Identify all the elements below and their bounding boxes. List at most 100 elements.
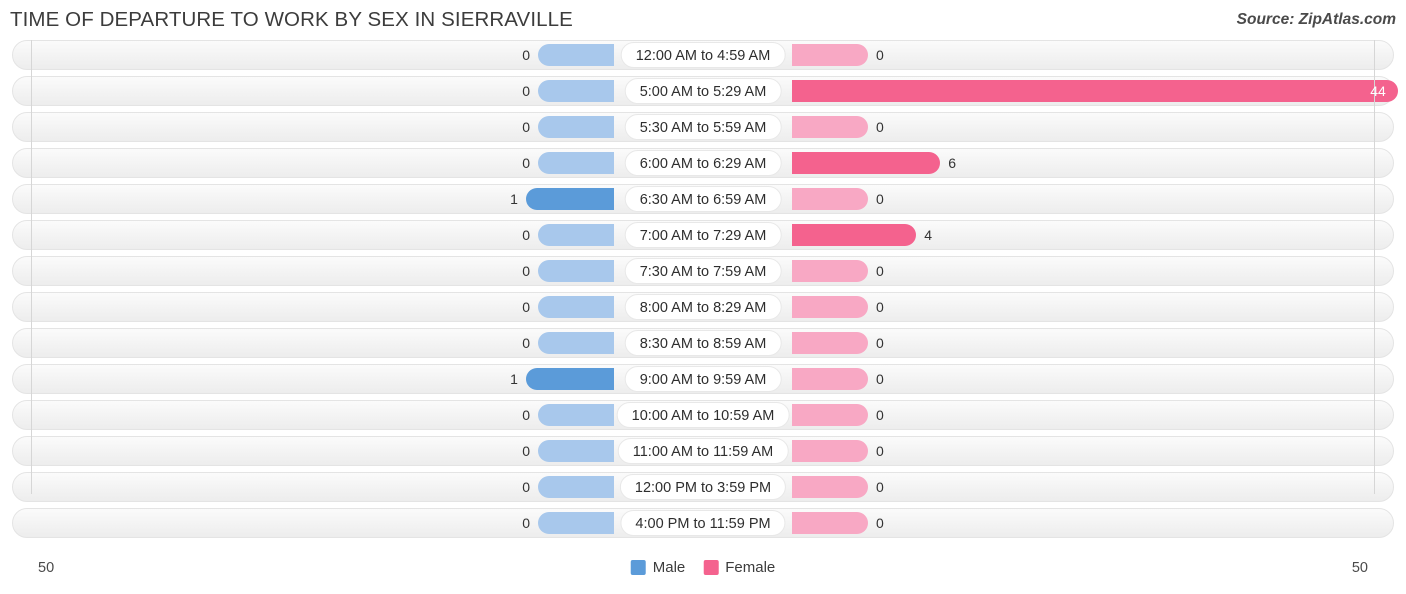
category-label: 12:00 PM to 3:59 PM	[619, 474, 787, 500]
chart-row: 6:30 AM to 6:59 AM 1 0	[0, 184, 1406, 214]
bar-female[interactable]	[792, 224, 917, 246]
chart-row: 12:00 AM to 4:59 AM 0 0	[0, 40, 1406, 70]
bar-male[interactable]	[538, 440, 614, 462]
value-label-female: 0	[876, 299, 884, 315]
chart-row: 12:00 PM to 3:59 PM 0 0	[0, 472, 1406, 502]
category-label: 5:30 AM to 5:59 AM	[624, 114, 782, 140]
value-label-female: 0	[876, 191, 884, 207]
category-label: 8:00 AM to 8:29 AM	[624, 294, 782, 320]
value-label-female: 44	[1370, 83, 1386, 99]
value-label-male: 0	[522, 515, 530, 531]
bar-male[interactable]	[538, 404, 614, 426]
axis-line-right	[1374, 40, 1375, 494]
category-label: 4:00 PM to 11:59 PM	[620, 510, 786, 536]
bar-female[interactable]	[792, 404, 868, 426]
bar-male[interactable]	[538, 80, 614, 102]
value-label-male: 0	[522, 155, 530, 171]
value-label-female: 6	[948, 155, 957, 171]
bar-female[interactable]	[792, 296, 868, 318]
value-label-male: 0	[522, 335, 530, 351]
value-label-female: 0	[876, 371, 884, 387]
legend-label-female: Female	[725, 559, 776, 576]
source-attribution: Source: ZipAtlas.com	[1236, 11, 1396, 28]
axis-line-left	[31, 40, 32, 494]
category-label: 12:00 AM to 4:59 AM	[620, 42, 786, 68]
bar-female[interactable]	[792, 260, 868, 282]
category-label: 7:30 AM to 7:59 AM	[624, 258, 782, 284]
value-label-female: 0	[876, 335, 884, 351]
value-label-female: 0	[876, 479, 884, 495]
bar-female[interactable]	[792, 512, 868, 534]
page-title: TIME OF DEPARTURE TO WORK BY SEX IN SIER…	[10, 8, 573, 31]
value-label-male: 0	[522, 83, 530, 99]
chart-row: 7:00 AM to 7:29 AM 0 4	[0, 220, 1406, 250]
value-label-male: 0	[522, 299, 530, 315]
chart-row: 8:00 AM to 8:29 AM 0 0	[0, 292, 1406, 322]
bar-female[interactable]	[792, 368, 868, 390]
legend-item-male[interactable]: Male	[630, 559, 686, 576]
bar-female[interactable]	[792, 116, 868, 138]
chart-legend: Male Female	[630, 559, 775, 576]
bar-female[interactable]	[792, 440, 868, 462]
bar-male[interactable]	[538, 44, 614, 66]
value-label-male: 1	[510, 371, 518, 387]
value-label-female: 0	[876, 407, 884, 423]
bar-female[interactable]	[792, 152, 941, 174]
legend-swatch-male-icon	[630, 560, 646, 575]
bar-male[interactable]	[538, 224, 614, 246]
category-label: 6:30 AM to 6:59 AM	[624, 186, 782, 212]
bar-male[interactable]	[538, 476, 614, 498]
chart-header: TIME OF DEPARTURE TO WORK BY SEX IN SIER…	[0, 0, 1406, 40]
chart-row: 4:00 PM to 11:59 PM 0 0	[0, 508, 1406, 538]
chart-row: 9:00 AM to 9:59 AM 1 0	[0, 364, 1406, 394]
chart-rows: 12:00 AM to 4:59 AM 0 0 5:00 AM to 5:29 AM 0…	[0, 40, 1406, 544]
chart-row: 10:00 AM to 10:59 AM 0 0	[0, 400, 1406, 430]
bar-male[interactable]	[538, 512, 614, 534]
bar-female[interactable]	[792, 476, 868, 498]
value-label-male: 0	[522, 263, 530, 279]
value-label-male: 1	[510, 191, 518, 207]
value-label-female: 0	[876, 263, 884, 279]
axis-tick-right: 50	[1351, 560, 1368, 576]
value-label-female: 0	[876, 119, 884, 135]
chart-row: 11:00 AM to 11:59 AM 0 0	[0, 436, 1406, 466]
bar-female[interactable]	[792, 44, 868, 66]
axis-tick-left: 50	[38, 560, 55, 576]
value-label-female: 0	[876, 47, 884, 63]
chart-footer: 50 50 Male Female	[0, 556, 1406, 586]
bar-male[interactable]	[525, 368, 614, 390]
category-label: 9:00 AM to 9:59 AM	[624, 366, 782, 392]
chart-row: 8:30 AM to 8:59 AM 0 0	[0, 328, 1406, 358]
category-label: 10:00 AM to 10:59 AM	[616, 402, 790, 428]
legend-label-male: Male	[652, 559, 686, 576]
bar-male[interactable]	[525, 188, 614, 210]
value-label-male: 0	[522, 479, 530, 495]
bar-female[interactable]	[792, 332, 868, 354]
value-label-male: 0	[522, 47, 530, 63]
legend-swatch-female-icon	[703, 560, 719, 575]
chart-plot-area: 12:00 AM to 4:59 AM 0 0 5:00 AM to 5:29 AM 0…	[0, 40, 1406, 546]
category-label: 8:30 AM to 8:59 AM	[624, 330, 782, 356]
value-label-female: 4	[924, 227, 932, 243]
value-label-male: 0	[522, 227, 530, 243]
bar-male[interactable]	[538, 332, 614, 354]
category-label: 11:00 AM to 11:59 AM	[617, 438, 789, 464]
bar-male[interactable]	[538, 296, 614, 318]
bar-male[interactable]	[538, 116, 614, 138]
value-label-female: 0	[876, 443, 884, 459]
bar-female[interactable]	[792, 80, 1399, 102]
category-label: 6:00 AM to 6:29 AM	[624, 150, 782, 176]
category-label: 7:00 AM to 7:29 AM	[624, 222, 782, 248]
legend-item-female[interactable]: Female	[703, 559, 775, 576]
chart-row: 5:00 AM to 5:29 AM 0 44	[0, 76, 1406, 106]
bar-male[interactable]	[538, 152, 614, 174]
chart-row: 6:00 AM to 6:29 AM 0 6	[0, 148, 1406, 178]
value-label-female: 0	[876, 515, 884, 531]
chart-row: 7:30 AM to 7:59 AM 0 0	[0, 256, 1406, 286]
value-label-male: 0	[522, 443, 530, 459]
value-label-male: 0	[522, 119, 530, 135]
chart-row: 5:30 AM to 5:59 AM 0 0	[0, 112, 1406, 142]
bar-male[interactable]	[538, 260, 614, 282]
bar-female[interactable]	[792, 188, 868, 210]
category-label: 5:00 AM to 5:29 AM	[624, 78, 782, 104]
